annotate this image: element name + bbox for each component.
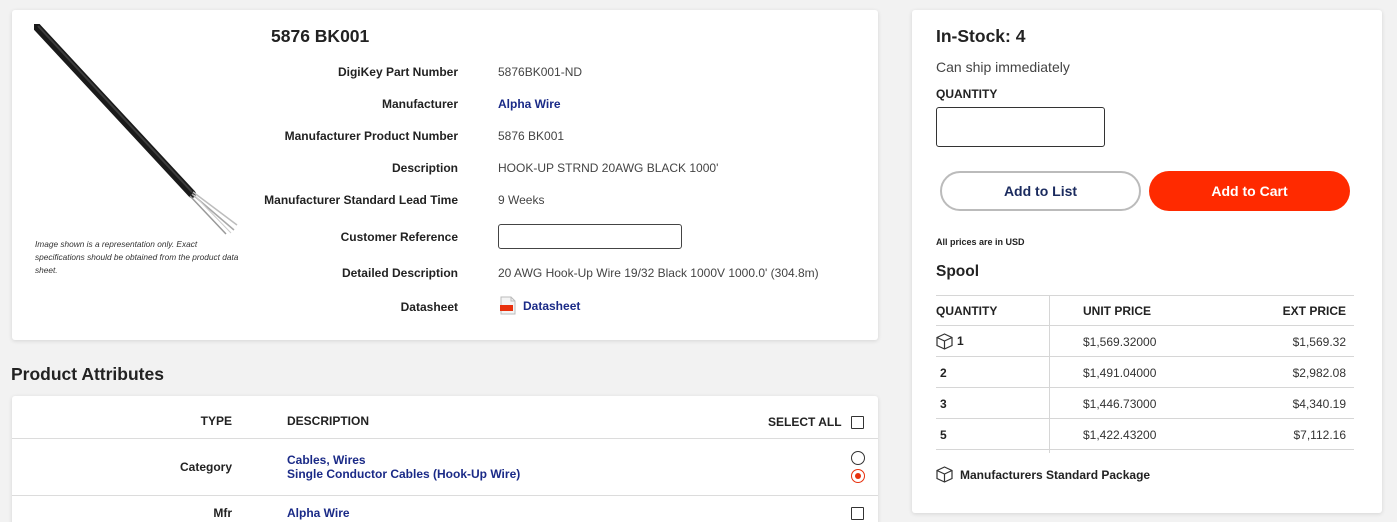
- price-row-unit: $1,569.32000: [1083, 335, 1157, 349]
- ext-price-column-header: EXT PRICE: [1282, 304, 1346, 318]
- category-link-cables-wires[interactable]: Cables, Wires: [287, 453, 366, 467]
- description-label: Description: [391, 161, 458, 175]
- price-row-ext: $2,982.08: [1292, 366, 1346, 380]
- quantity-label: QUANTITY: [936, 87, 998, 101]
- standard-package-label: Manufacturers Standard Package: [960, 468, 1151, 482]
- manufacturer-label: Manufacturer: [381, 97, 458, 111]
- pdf-icon[interactable]: [500, 296, 516, 315]
- price-table-header: QUANTITY UNIT PRICE EXT PRICE: [936, 295, 1354, 326]
- select-all-label: SELECT ALL: [768, 415, 842, 429]
- ship-status-text: Can ship immediately: [936, 59, 1070, 75]
- product-image: [34, 24, 238, 235]
- manufacturer-link[interactable]: Alpha Wire: [498, 97, 561, 111]
- attr-type-category: Category: [179, 460, 232, 474]
- price-row-unit: $1,422.43200: [1083, 428, 1157, 442]
- price-row-ext: $7,112.16: [1293, 428, 1347, 442]
- product-attributes-table: TYPE DESCRIPTION SELECT ALL Category Cab…: [12, 396, 878, 522]
- digikey-part-number-value: 5876BK001-ND: [498, 65, 583, 79]
- price-row-qty: 2: [940, 366, 947, 380]
- type-column-header: TYPE: [200, 414, 232, 428]
- mfr-product-number-label: Manufacturer Product Number: [284, 129, 458, 143]
- add-to-cart-button[interactable]: Add to Cart: [1149, 171, 1350, 211]
- description-column-header: DESCRIPTION: [287, 414, 370, 428]
- package-box-icon: [936, 333, 953, 350]
- datasheet-link[interactable]: Datasheet: [523, 299, 580, 313]
- category-radio-hookup-wire[interactable]: [851, 469, 865, 483]
- detailed-description-label: Detailed Description: [341, 266, 458, 280]
- price-row-qty: 1: [957, 334, 964, 348]
- price-row-unit: $1,491.04000: [1083, 366, 1157, 380]
- price-row: 3 $1,446.73000 $4,340.19: [936, 388, 1354, 419]
- package-type-title: Spool: [936, 263, 980, 280]
- customer-reference-label: Customer Reference: [340, 230, 458, 244]
- row-divider: [12, 495, 878, 496]
- stock-purchase-card: In-Stock: 4 Can ship immediately QUANTIT…: [912, 10, 1382, 513]
- in-stock-title: In-Stock: 4: [936, 26, 1026, 46]
- add-to-list-button[interactable]: Add to List: [940, 171, 1141, 211]
- header-divider: [12, 438, 878, 439]
- price-row-ext: $4,340.19: [1292, 397, 1346, 411]
- product-detail-card: Image shown is a representation only. Ex…: [12, 10, 878, 340]
- detailed-description-value: 20 AWG Hook-Up Wire 19/32 Black 1000V 10…: [498, 266, 819, 280]
- standard-package-box-icon: [936, 466, 953, 483]
- currency-note: All prices are in USD: [936, 237, 1025, 247]
- price-row-qty: 5: [940, 428, 947, 442]
- digikey-part-number-label: DigiKey Part Number: [337, 65, 458, 79]
- quantity-input[interactable]: [936, 107, 1105, 147]
- customer-reference-input[interactable]: [498, 224, 682, 249]
- image-disclaimer: Image shown is a representation only. Ex…: [35, 239, 239, 275]
- price-row-unit: $1,446.73000: [1083, 397, 1157, 411]
- category-radio-cables-wires[interactable]: [851, 451, 865, 465]
- description-value: HOOK-UP STRND 20AWG BLACK 1000': [498, 161, 719, 175]
- unit-price-column-header: UNIT PRICE: [1083, 304, 1152, 318]
- datasheet-label: Datasheet: [400, 300, 458, 314]
- price-row: 2 $1,491.04000 $2,982.08: [936, 357, 1354, 388]
- price-row: 1 $1,569.32000 $1,569.32: [936, 326, 1354, 357]
- product-attributes-title: Product Attributes: [11, 364, 164, 384]
- lead-time-value: 9 Weeks: [498, 193, 545, 207]
- lead-time-label: Manufacturer Standard Lead Time: [264, 193, 458, 207]
- price-row-qty: 3: [940, 397, 947, 411]
- category-link-hookup-wire[interactable]: Single Conductor Cables (Hook-Up Wire): [287, 467, 520, 481]
- price-row: 5 $1,422.43200 $7,112.16: [936, 419, 1354, 450]
- select-all-checkbox[interactable]: [851, 416, 864, 429]
- product-title: 5876 BK001: [271, 26, 370, 46]
- attr-type-mfr: Mfr: [213, 506, 232, 520]
- mfr-checkbox[interactable]: [851, 507, 864, 520]
- qty-column-header: QUANTITY: [936, 304, 998, 318]
- mfr-link-alpha-wire[interactable]: Alpha Wire: [287, 506, 350, 520]
- price-row-ext: $1,569.32: [1292, 335, 1346, 349]
- mfr-product-number-value: 5876 BK001: [498, 129, 565, 143]
- price-table: QUANTITY UNIT PRICE EXT PRICE 1 $1,569.3…: [936, 295, 1354, 450]
